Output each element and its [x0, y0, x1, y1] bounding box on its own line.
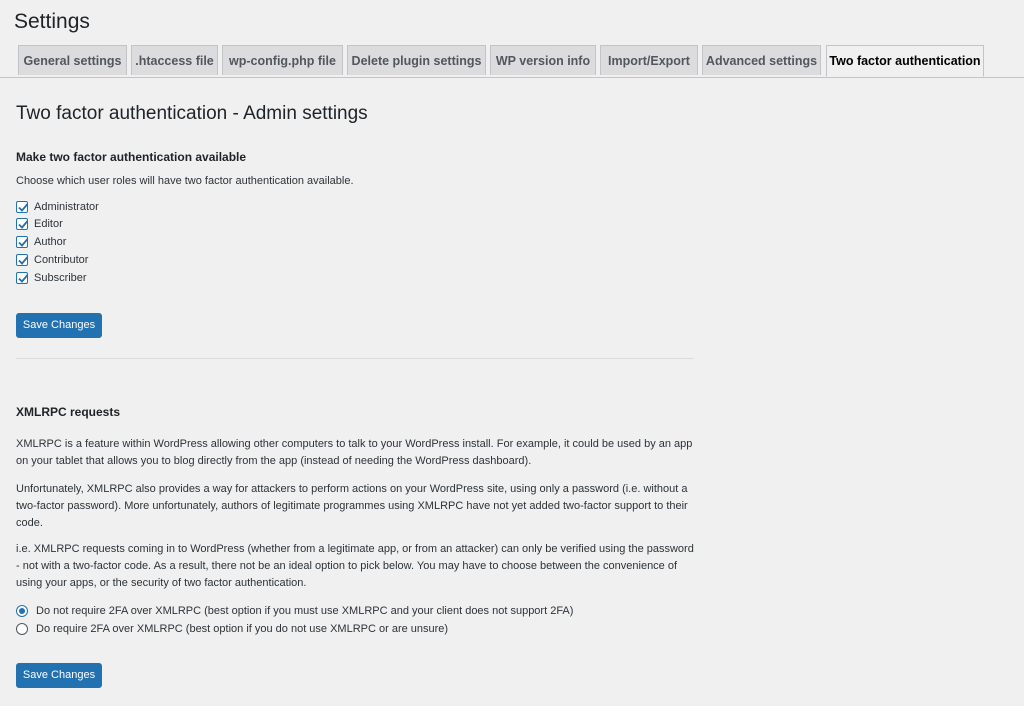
tab-advanced-settings[interactable]: Advanced settings: [702, 45, 821, 75]
tab-two-factor-authentication[interactable]: Two factor authentication: [826, 45, 984, 77]
checkbox-author[interactable]: [16, 236, 29, 248]
xmlrpc-paragraph-3: i.e. XMLRPC requests coming in to WordPr…: [16, 543, 694, 589]
checkbox-editor[interactable]: [16, 218, 29, 230]
roles-description: Choose which user roles will have two fa…: [16, 175, 354, 187]
section-divider: [16, 358, 694, 359]
tab-general-settings[interactable]: General settings: [18, 45, 127, 75]
xmlrpc-paragraph-2: Unfortunately, XMLRPC also provides a wa…: [16, 483, 688, 529]
role-editor[interactable]: Editor: [16, 216, 63, 232]
checkmark-icon: [18, 203, 29, 212]
tab-htaccess-file[interactable]: .htaccess file: [131, 45, 218, 75]
xmlrpc-option-not-require[interactable]: Do not require 2FA over XMLRPC (best opt…: [16, 603, 573, 619]
radio-label: Do not require 2FA over XMLRPC (best opt…: [36, 605, 574, 617]
checkbox-contributor[interactable]: [16, 254, 29, 266]
xmlrpc-paragraph-1: XMLRPC is a feature within WordPress all…: [16, 438, 693, 467]
role-label: Editor: [34, 218, 63, 230]
checkbox-administrator[interactable]: [16, 201, 29, 213]
checkmark-icon: [18, 274, 29, 283]
checkbox-subscriber[interactable]: [16, 272, 29, 284]
xmlrpc-option-require[interactable]: Do require 2FA over XMLRPC (best option …: [16, 621, 448, 637]
tab-import-export[interactable]: Import/Export: [600, 45, 698, 75]
role-author[interactable]: Author: [16, 234, 66, 250]
settings-tabs: General settings .htaccess file wp-confi…: [0, 45, 1024, 78]
xmlrpc-heading: XMLRPC requests: [16, 405, 121, 419]
checkmark-icon: [18, 256, 29, 265]
admin-settings-heading: Two factor authentication - Admin settin…: [16, 103, 368, 124]
role-contributor[interactable]: Contributor: [16, 252, 88, 268]
checkmark-icon: [18, 238, 29, 247]
page-title: Settings: [14, 10, 90, 33]
radio-not-require-2fa[interactable]: [16, 605, 28, 617]
role-administrator[interactable]: Administrator: [16, 199, 99, 215]
tab-wp-version-info[interactable]: WP version info: [490, 45, 596, 75]
checkmark-icon: [18, 220, 29, 229]
tab-delete-plugin-settings[interactable]: Delete plugin settings: [347, 45, 486, 75]
radio-label: Do require 2FA over XMLRPC (best option …: [36, 623, 449, 635]
make-2fa-available-heading: Make two factor authentication available: [16, 150, 247, 164]
save-changes-button-admin[interactable]: Save Changes: [16, 313, 102, 338]
role-label: Contributor: [34, 254, 89, 266]
role-label: Subscriber: [34, 272, 87, 284]
role-label: Author: [34, 236, 67, 248]
radio-require-2fa[interactable]: [16, 623, 28, 635]
tab-wp-config-file[interactable]: wp-config.php file: [222, 45, 343, 75]
role-label: Administrator: [34, 201, 99, 213]
save-changes-button-xmlrpc[interactable]: Save Changes: [16, 663, 102, 688]
role-subscriber[interactable]: Subscriber: [16, 270, 87, 286]
